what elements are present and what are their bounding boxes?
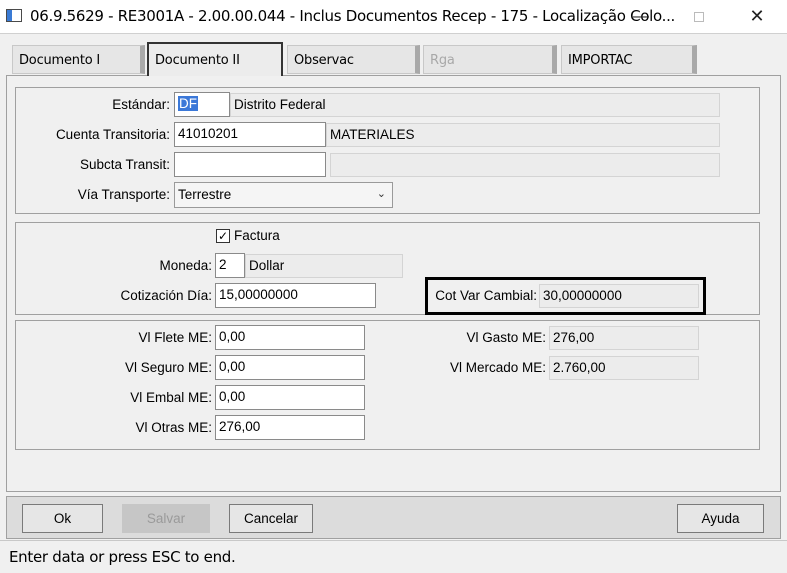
cuenta-description: MATERIALES bbox=[326, 123, 720, 147]
cancelar-button[interactable]: Cancelar bbox=[229, 504, 313, 533]
via-transporte-select[interactable]: Terrestre ⌄ bbox=[174, 182, 393, 208]
chevron-down-icon: ⌄ bbox=[376, 188, 386, 200]
salvar-button: Salvar bbox=[122, 504, 210, 533]
tab-documento-ii[interactable]: Documento II bbox=[147, 42, 283, 76]
moneda-label: Moneda: bbox=[159, 258, 212, 273]
flete-label: Vl Flete ME: bbox=[138, 330, 212, 345]
seguro-label: Vl Seguro ME: bbox=[124, 360, 212, 375]
moneda-description: Dollar bbox=[245, 254, 403, 278]
factura-label: Factura bbox=[234, 228, 280, 243]
factura-checkbox[interactable]: ✓ bbox=[216, 229, 230, 243]
minimize-icon[interactable]: — bbox=[618, 0, 664, 33]
status-bar: Enter data or press ESC to end. bbox=[0, 540, 787, 573]
subcta-description bbox=[330, 153, 720, 177]
mercado-label: Vl Mercado ME: bbox=[449, 360, 546, 375]
subcta-input[interactable] bbox=[174, 152, 326, 177]
tab-observac[interactable]: Observac bbox=[287, 45, 420, 74]
embal-input[interactable]: 0,00 bbox=[215, 385, 365, 410]
via-value: Terrestre bbox=[178, 187, 232, 202]
subcta-label: Subcta Transit: bbox=[79, 157, 170, 172]
via-label: Vía Transporte: bbox=[77, 187, 170, 202]
maximize-icon[interactable] bbox=[676, 0, 722, 33]
mercado-value: 2.760,00 bbox=[549, 356, 699, 380]
cuenta-label: Cuenta Transitoria: bbox=[55, 127, 170, 142]
cot-var-label: Cot Var Cambial: bbox=[435, 288, 537, 303]
ayuda-button[interactable]: Ayuda bbox=[677, 504, 764, 533]
embal-label: Vl Embal ME: bbox=[130, 390, 212, 405]
cotizacion-label: Cotización Día: bbox=[120, 288, 212, 303]
window-title: 06.9.5629 - RE3001A - 2.00.00.044 - Incl… bbox=[30, 7, 676, 25]
otras-input[interactable]: 276,00 bbox=[215, 415, 365, 440]
title-bar: 06.9.5629 - RE3001A - 2.00.00.044 - Incl… bbox=[0, 0, 787, 33]
otras-label: Vl Otras ME: bbox=[135, 420, 212, 435]
estandar-input[interactable]: DF bbox=[174, 92, 230, 117]
close-icon[interactable]: ✕ bbox=[734, 0, 780, 33]
tab-documento-i[interactable]: Documento I bbox=[12, 45, 145, 74]
moneda-input[interactable]: 2 bbox=[215, 253, 245, 278]
tab-importac[interactable]: IMPORTAC bbox=[561, 45, 697, 74]
estandar-code: DF bbox=[178, 96, 198, 111]
gasto-label: Vl Gasto ME: bbox=[466, 330, 546, 345]
estandar-description: Distrito Federal bbox=[230, 93, 720, 117]
flete-input[interactable]: 0,00 bbox=[215, 325, 365, 350]
estandar-label: Estándar: bbox=[112, 97, 170, 112]
cotizacion-input[interactable]: 15,00000000 bbox=[215, 283, 376, 308]
cot-var-value: 30,00000000 bbox=[539, 284, 699, 308]
gasto-value: 276,00 bbox=[549, 326, 699, 350]
app-icon bbox=[6, 9, 22, 22]
ok-button[interactable]: Ok bbox=[22, 504, 103, 533]
tab-rga: Rga bbox=[423, 45, 557, 74]
seguro-input[interactable]: 0,00 bbox=[215, 355, 365, 380]
cuenta-input[interactable]: 41010201 bbox=[174, 122, 326, 147]
